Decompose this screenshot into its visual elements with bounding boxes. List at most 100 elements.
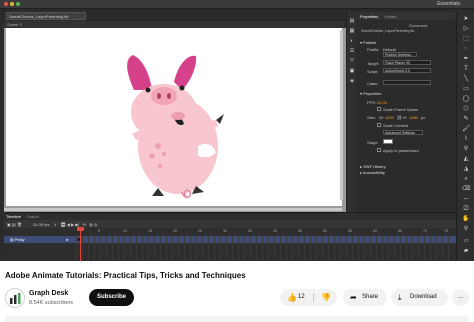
zoom-tool-icon[interactable]: ⚲ (462, 226, 470, 232)
ruler-tick: 15 (148, 229, 152, 233)
fps-readout[interactable]: 24.00 fps (33, 222, 49, 227)
pig-character[interactable] (6, 28, 342, 206)
script-dropdown[interactable]: ActionScript 3.0 (383, 68, 431, 73)
stroke-color-icon[interactable]: ▱ (462, 238, 470, 244)
library-icon[interactable]: ▦ (349, 28, 355, 34)
camera-tool-icon[interactable]: ⎚ (462, 206, 470, 212)
eyedropper-tool-icon[interactable]: ⌕ (462, 176, 470, 182)
swf-history-section[interactable]: ▸ SWF History (360, 164, 386, 169)
subscribe-button[interactable]: Subscribe (89, 289, 134, 306)
stage-height-value[interactable]: 1080 (409, 115, 418, 120)
playhead[interactable] (80, 227, 81, 261)
new-layer-icon[interactable]: ▣ (7, 222, 11, 227)
channel-name[interactable]: Graph Desk (29, 290, 68, 297)
subselection-tool-icon[interactable]: ▷ (462, 26, 470, 32)
layer-name[interactable]: ▤ Pinky (10, 237, 25, 242)
delete-layer-icon[interactable]: 🗑 (17, 222, 22, 227)
components-icon[interactable]: ▣ (349, 68, 355, 74)
scale-content-checkbox[interactable] (377, 123, 381, 127)
apply-pasteboard-checkbox[interactable] (377, 148, 381, 152)
scale-frame-spans-checkbox[interactable] (377, 107, 381, 111)
share-button[interactable]: ➦ Share (343, 289, 387, 306)
frame-grid[interactable] (76, 236, 452, 261)
download-button[interactable]: ⤓ Download (391, 289, 448, 306)
color-icon[interactable]: ◐ (349, 38, 355, 44)
eraser-tool-icon[interactable]: ⌫ (462, 186, 470, 192)
video-player[interactable]: Essentials SweetCheeks_LayerParenting.fl… (0, 0, 474, 261)
layer-visibility-icon[interactable]: ● (66, 237, 68, 242)
close-window-icon[interactable] (4, 2, 8, 6)
current-frame-readout[interactable]: 1 (54, 222, 56, 227)
class-input[interactable] (383, 80, 431, 85)
target-dropdown[interactable]: Flash Player 30 (383, 60, 431, 65)
play-icon[interactable]: ▶ (71, 222, 74, 227)
hand-tool-icon[interactable]: ✋ (462, 216, 470, 222)
stage-vertical-scrollbar[interactable] (340, 30, 343, 200)
free-transform-tool-icon[interactable]: ⬚ (462, 36, 470, 42)
paint-bucket-tool-icon[interactable]: ◭ (462, 156, 470, 162)
properties-section[interactable]: ▾ Properties (360, 91, 381, 96)
properties-icon[interactable]: ▤ (349, 18, 355, 24)
accessibility-section[interactable]: ▸ Accessibility (360, 170, 385, 175)
paint-brush-tool-icon[interactable]: ⌇ (462, 136, 470, 142)
oval-tool-icon[interactable]: ◯ (462, 96, 470, 102)
bone-tool-icon[interactable]: ⚲ (462, 146, 470, 152)
like-dislike-group: 👍 12 👎 (280, 289, 337, 306)
rectangle-tool-icon[interactable]: ▭ (462, 86, 470, 92)
tab-properties[interactable]: Properties (360, 14, 378, 19)
rewind-icon[interactable]: ⏮ (61, 222, 66, 227)
frame-ruler[interactable]: 5 10 15 20 25 30 35 40 45 50 55 60 65 70… (76, 229, 452, 235)
selection-tool-icon[interactable]: ➤ (462, 16, 470, 22)
stage[interactable] (6, 28, 342, 206)
scene-label[interactable]: Scene 1 (7, 22, 22, 27)
ruler-tick: 25 (198, 229, 202, 233)
stage-width-value[interactable]: 1920 (385, 115, 394, 120)
size-label: Size: (367, 115, 376, 120)
publish-section[interactable]: ▾ Publish (360, 40, 376, 45)
step-back-icon[interactable]: ◀ (67, 222, 70, 227)
brush-tool-icon[interactable]: 🖌 (462, 126, 470, 132)
transform-icon[interactable]: ⤧ (349, 58, 355, 64)
tab-library[interactable]: Library (384, 14, 396, 19)
width-tool-icon[interactable]: ⇔ (462, 196, 470, 202)
more-icon: ... (457, 294, 463, 300)
line-tool-icon[interactable]: ╲ (462, 76, 470, 82)
pen-tool-icon[interactable]: ✒ (462, 56, 470, 62)
lasso-tool-icon[interactable]: ◌ (462, 46, 470, 52)
height-label: H: (403, 115, 407, 120)
description-box-edge[interactable] (5, 316, 469, 322)
pencil-tool-icon[interactable]: ✎ (462, 116, 470, 122)
workspace-switcher[interactable]: Essentials (437, 1, 460, 7)
tab-output[interactable]: Output (27, 214, 39, 219)
share-label: Share (362, 294, 379, 300)
folder-icon[interactable]: ▤ (12, 222, 16, 227)
window-controls (4, 2, 20, 6)
apply-pasteboard-label: Apply to pasteboard (383, 148, 419, 153)
minimize-window-icon[interactable] (10, 2, 14, 6)
thumbs-up-icon[interactable]: 👍 (287, 289, 297, 306)
stage-color-swatch[interactable] (383, 139, 393, 144)
pig-spot (149, 153, 155, 159)
fps-value[interactable]: 24.00 (377, 100, 387, 105)
link-dimensions-icon[interactable]: ⛓ (397, 115, 402, 120)
publish-settings-button[interactable]: Publish Settings... (383, 52, 417, 57)
target-label: Target: (367, 61, 380, 66)
onion-outline-icon[interactable]: ◎ (94, 222, 98, 227)
motion-presets-icon[interactable]: ◈ (349, 78, 355, 84)
more-actions-button[interactable]: ... (452, 289, 469, 306)
text-tool-icon[interactable]: T (462, 66, 470, 72)
ink-bottle-tool-icon[interactable]: ◮ (462, 166, 470, 172)
channel-avatar[interactable] (5, 288, 25, 308)
onion-skin-icon[interactable]: ◍ (89, 222, 93, 227)
zoom-window-icon[interactable] (16, 2, 20, 6)
thumbs-down-icon[interactable]: 👎 (321, 289, 331, 306)
fill-color-icon[interactable]: ▰ (462, 248, 470, 254)
polystar-tool-icon[interactable]: ⬠ (462, 106, 470, 112)
ruler-tick: 10 (123, 229, 127, 233)
stage-horizontal-scrollbar[interactable] (4, 208, 342, 211)
tab-timeline[interactable]: Timeline (6, 214, 21, 219)
like-count[interactable]: 12 (298, 289, 305, 306)
align-icon[interactable]: ☰ (349, 48, 355, 54)
document-tab[interactable]: SweetCheeks_LayerParenting.fla (6, 12, 86, 20)
advanced-settings-button[interactable]: Advanced Settings (383, 130, 423, 135)
